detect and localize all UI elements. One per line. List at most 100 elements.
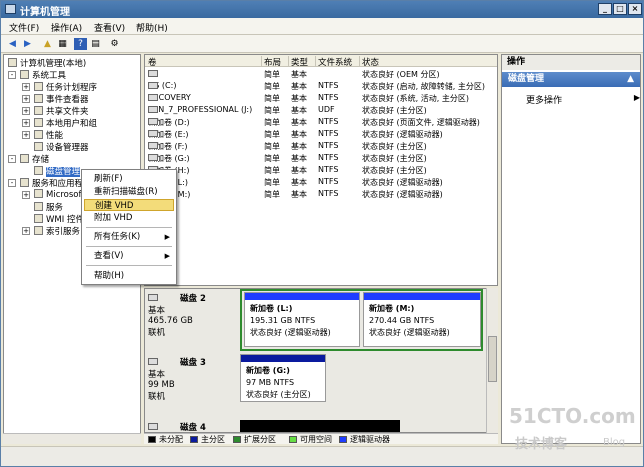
tree-performance[interactable]: 性能 — [34, 129, 63, 141]
disk-3-info[interactable]: 磁盘 3 基本 99 MB 联机 — [148, 356, 238, 402]
partition-bar — [364, 293, 480, 300]
tree-local-users[interactable]: 本地用户和组 — [34, 117, 97, 129]
menu-view[interactable]: 查看(V) — [94, 21, 125, 34]
partition-g-detail: 97 MB NTFS — [246, 378, 295, 387]
column-volume[interactable]: 卷 — [148, 56, 262, 68]
table-row[interactable]: WIN_7_PROFESSIONAL (J:) 简单 基本 UDF 状态良好 (主分区) — [145, 104, 497, 116]
expand-icon[interactable]: + — [22, 131, 30, 139]
table-cell-status: 状态良好 (主分区) — [362, 142, 427, 151]
table-row[interactable]: 简单 基本 状态良好 (OEM 分区) — [145, 68, 497, 80]
tree-disk-management[interactable]: 磁盘管理 — [34, 165, 81, 177]
expand-icon[interactable]: + — [22, 95, 30, 103]
ctx-separator — [86, 227, 172, 228]
settings-icon[interactable]: ⚙ — [108, 38, 121, 50]
table-cell-layout: 简单 — [264, 106, 280, 115]
volume-name: WIN_7_PROFESSIONAL (J:) — [148, 105, 253, 114]
tree-indexing[interactable]: 索引服务 — [34, 225, 80, 237]
expand-icon[interactable]: + — [22, 191, 30, 199]
back-icon[interactable]: ◀ — [6, 38, 19, 50]
table-cell-layout: 简单 — [264, 130, 280, 139]
tree-services[interactable]: 服务 — [34, 201, 63, 213]
table-cell-layout: 简单 — [264, 178, 280, 187]
table-row[interactable]: 新加卷 (G:) 简单 基本 NTFS 状态良好 (主分区) — [145, 152, 497, 164]
unallocated-space[interactable] — [240, 420, 400, 432]
legend-swatch-extended — [233, 436, 241, 443]
table-row[interactable]: 新加卷 (E:) 简单 基本 NTFS 状态良好 (逻辑驱动器) — [145, 128, 497, 140]
forward-icon[interactable]: ▶ — [21, 38, 34, 50]
menu-file[interactable]: 文件(F) — [9, 21, 39, 34]
close-button[interactable]: × — [628, 3, 642, 15]
actions-section-disk-management[interactable]: 磁盘管理 ▲ — [502, 72, 640, 87]
show-tree-icon[interactable]: ▦ — [56, 38, 69, 50]
tree-event-viewer[interactable]: 事件查看器 — [34, 93, 89, 105]
ctx-separator — [86, 246, 172, 247]
table-row[interactable]: OS (C:) 简单 基本 NTFS 状态良好 (启动, 故障转储, 主分区) — [145, 80, 497, 92]
partition-g[interactable]: 新加卷 (G:) 97 MB NTFS 状态良好 (主分区) — [240, 354, 326, 402]
table-row[interactable]: 新加卷 (D:) 简单 基本 NTFS 状态良好 (页面文件, 逻辑驱动器) — [145, 116, 497, 128]
disk-view-scrollbar[interactable] — [486, 288, 498, 433]
column-status[interactable]: 状态 — [362, 56, 497, 68]
tree-system-tools[interactable]: 系统工具 — [20, 69, 66, 81]
column-layout[interactable]: 布局 — [264, 56, 289, 68]
maximize-button[interactable]: □ — [613, 3, 627, 15]
partition-l[interactable]: 新加卷 (L:) 195.31 GB NTFS 状态良好 (逻辑驱动器) — [244, 292, 360, 347]
ctx-all-tasks[interactable]: 所有任务(K) ▶ — [84, 231, 174, 243]
partition-g-status: 状态良好 (主分区) — [246, 390, 311, 399]
legend-label-unallocated: 未分配 — [159, 435, 183, 444]
table-cell-status: 状态良好 (主分区) — [362, 106, 427, 115]
window-title: 计算机管理 — [20, 7, 70, 18]
tree-microsoft[interactable]: Microsof — [34, 189, 82, 200]
sql-icon — [34, 189, 43, 198]
table-row[interactable]: 新加卷 (L:)简单基本NTFS状态良好 (逻辑驱动器) — [145, 176, 497, 188]
table-cell-vol: OS (C:) — [148, 81, 176, 90]
list-header: 卷 布局 类型 文件系统 状态 — [145, 55, 497, 68]
more-actions[interactable]: 更多操作 ▶ — [526, 93, 640, 106]
volume-icon — [148, 142, 158, 149]
disk-icon — [148, 423, 158, 430]
collapse-arrow-icon: ▲ — [627, 74, 634, 84]
column-filesystem[interactable]: 文件系统 — [318, 56, 360, 68]
scroll-thumb[interactable] — [488, 336, 497, 382]
expand-icon[interactable]: + — [22, 119, 30, 127]
disk-2-info[interactable]: 磁盘 2 基本 465.76 GB 联机 — [148, 292, 238, 338]
ctx-view-label: 查看(V) — [94, 251, 124, 261]
volume-icon — [148, 118, 158, 125]
table-row[interactable]: 新加卷 (H:)简单基本NTFS状态良好 (主分区) — [145, 164, 497, 176]
properties-icon[interactable]: ▤ — [89, 38, 102, 50]
collapse-icon[interactable]: - — [8, 71, 16, 79]
tree-services-apps[interactable]: 服务和应用程 — [20, 177, 83, 189]
ctx-view[interactable]: 查看(V) ▶ — [84, 250, 174, 262]
column-type[interactable]: 类型 — [291, 56, 316, 68]
watermark-blog: Blog — [603, 437, 626, 448]
tree-device-manager[interactable]: 设备管理器 — [34, 141, 89, 153]
table-row[interactable]: RECOVERY 简单 基本 NTFS 状态良好 (系统, 活动, 主分区) — [145, 92, 497, 104]
tree-task-scheduler[interactable]: 任务计划程序 — [34, 81, 97, 93]
partition-m[interactable]: 新加卷 (M:) 270.44 GB NTFS 状态良好 (逻辑驱动器) — [363, 292, 481, 347]
table-row[interactable]: 新加卷 (M:)简单基本NTFS状态良好 (逻辑驱动器) — [145, 188, 497, 200]
table-row[interactable]: 新加卷 (F:) 简单 基本 NTFS 状态良好 (主分区) — [145, 140, 497, 152]
expand-icon[interactable]: + — [22, 107, 30, 115]
ctx-create-vhd[interactable]: 创建 VHD — [84, 199, 174, 211]
disk-4-info[interactable]: 磁盘 4 — [148, 421, 238, 432]
menu-action[interactable]: 操作(A) — [51, 21, 82, 34]
ctx-rescan[interactable]: 重新扫描磁盘(R) — [84, 186, 174, 198]
tree-wmi[interactable]: WMI 控件 — [34, 213, 84, 225]
tree-shared-folders[interactable]: 共享文件夹 — [34, 105, 89, 117]
collapse-icon[interactable]: - — [8, 179, 16, 187]
partition-bar — [241, 355, 325, 362]
expand-icon[interactable]: + — [22, 227, 30, 235]
ctx-refresh[interactable]: 刷新(F) — [84, 173, 174, 185]
expand-icon[interactable]: + — [22, 83, 30, 91]
up-folder-icon[interactable]: ▲ — [41, 38, 54, 50]
help-icon[interactable]: ? — [74, 38, 87, 50]
tree-storage[interactable]: 存储 — [20, 153, 49, 165]
minimize-button[interactable]: _ — [598, 3, 612, 15]
ctx-attach-vhd[interactable]: 附加 VHD — [84, 212, 174, 224]
ctx-help[interactable]: 帮助(H) — [84, 270, 174, 282]
tree-horizontal-scrollbar[interactable] — [3, 433, 141, 444]
table-cell-status: 状态良好 (逻辑驱动器) — [362, 190, 443, 199]
collapse-icon[interactable]: - — [8, 155, 16, 163]
menu-help[interactable]: 帮助(H) — [136, 21, 168, 34]
tree-root[interactable]: 计算机管理(本地) — [8, 57, 86, 69]
toolbar: ◀ ▶ ▲ ▦ ? ▤ ⚙ — [1, 35, 643, 53]
